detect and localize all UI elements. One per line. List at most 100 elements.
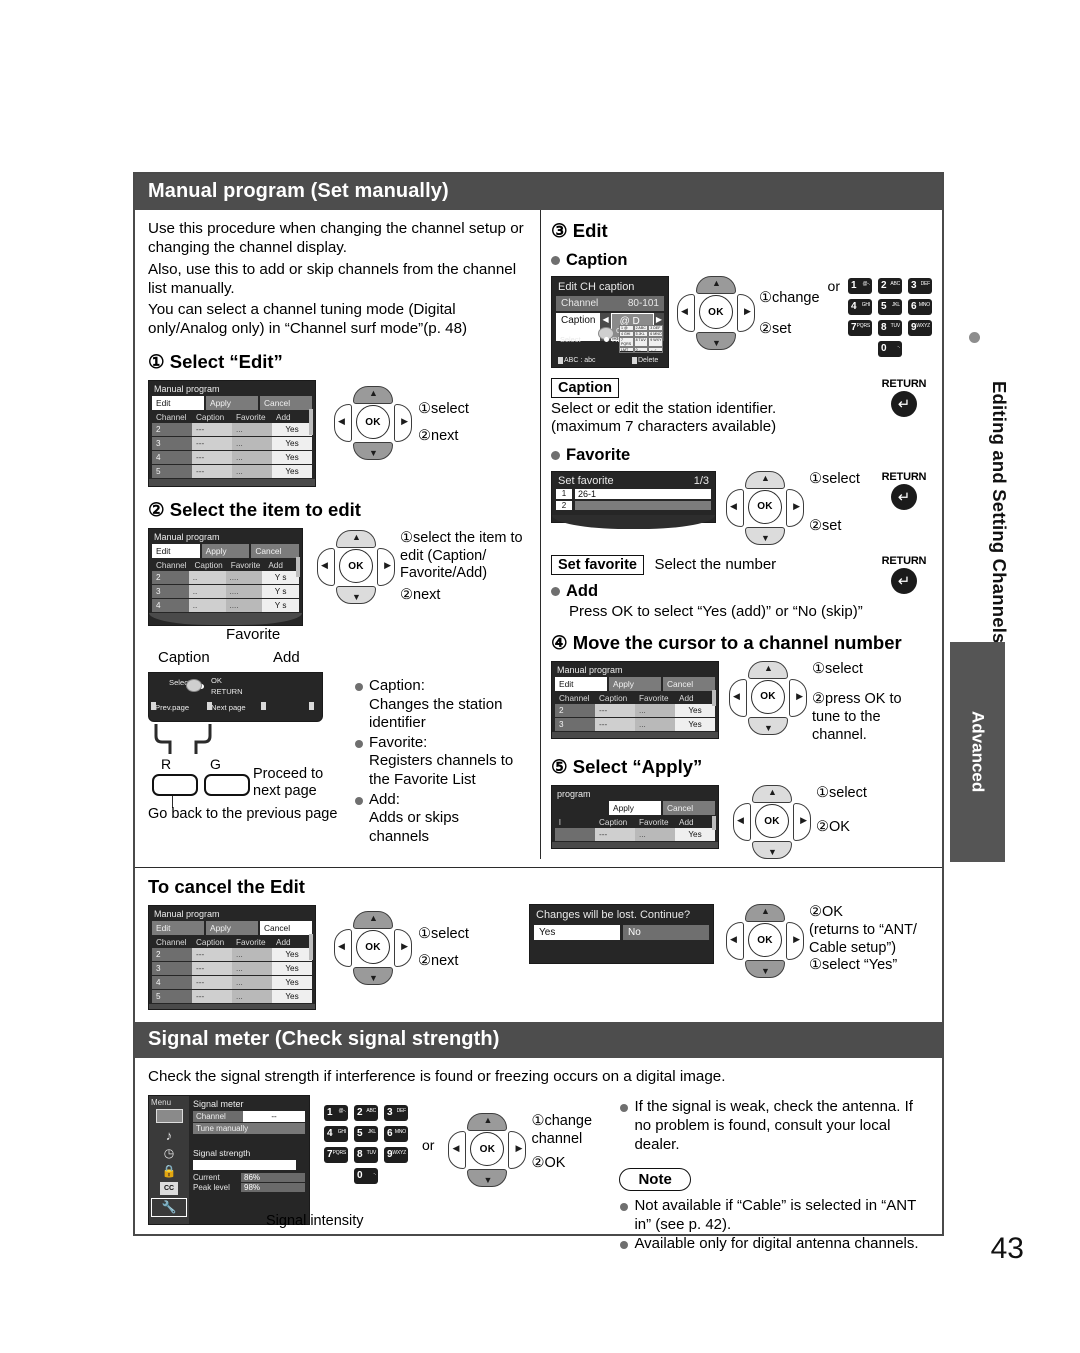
timer-icon[interactable]: ◷ <box>151 1146 187 1162</box>
tab-apply[interactable]: Apply <box>206 921 258 936</box>
key-6[interactable]: 6 MNO <box>908 299 932 315</box>
key-1[interactable]: 1 @-. <box>848 278 872 294</box>
table-row[interactable]: 3 .. .... Y s <box>149 585 302 599</box>
tab-cancel[interactable]: Cancel <box>251 544 300 559</box>
dpad-ok-button[interactable]: OK <box>751 679 785 714</box>
dialog-yes-button[interactable]: Yes <box>534 925 620 941</box>
return-button-1[interactable]: RETURN ↵ <box>876 378 932 437</box>
dpad-ok-button[interactable]: OK <box>470 1132 505 1167</box>
col-header-favorite: Favorite <box>236 413 266 423</box>
cell-add: Yes <box>272 423 312 437</box>
table-row[interactable]: 3 --- ... Yes <box>149 437 315 451</box>
dpad-ok-button[interactable]: OK <box>748 489 782 524</box>
dpad-ok-button[interactable]: OK <box>356 930 390 965</box>
tab-apply[interactable]: Apply <box>609 801 661 816</box>
key-4[interactable]: 4 GHI <box>324 1126 348 1143</box>
scrollbar[interactable] <box>296 557 300 578</box>
table-row[interactable]: 2 .. .... Y s <box>149 571 302 585</box>
scrollbar[interactable] <box>712 816 716 831</box>
cc-icon[interactable]: CC <box>160 1182 178 1196</box>
favorite-row-2[interactable]: 2 <box>556 500 711 510</box>
tab-apply[interactable]: Apply <box>201 544 250 559</box>
key-3[interactable]: 3 DEF <box>384 1105 408 1122</box>
tab-edit[interactable]: Edit <box>152 396 204 411</box>
step2-pointer-labels: Favorite Caption Add <box>148 626 328 672</box>
tab-cancel[interactable]: Cancel <box>663 801 715 816</box>
key-5[interactable]: 5 JKL <box>354 1126 378 1143</box>
key-0[interactable]: 0 -. <box>354 1168 378 1185</box>
table-row[interactable]: 3 --- ... Yes <box>149 962 315 976</box>
rail-tab-advanced[interactable]: Advanced <box>950 642 1005 862</box>
dpad-ok-button[interactable]: OK <box>748 923 782 958</box>
dialog-no-button[interactable]: No <box>623 925 709 941</box>
key-9[interactable]: 9 WXYZ <box>384 1147 408 1164</box>
table-row[interactable]: 5 --- ... Yes <box>149 465 315 479</box>
key-1[interactable]: 1 @-. <box>324 1105 348 1122</box>
tune-manually-row[interactable]: Tune manually <box>193 1123 305 1135</box>
key-3[interactable]: 3 DEF <box>908 278 932 294</box>
col-header-favorite: Favorite <box>236 938 266 948</box>
key-0[interactable]: 0 -. <box>878 341 902 357</box>
dpad-control[interactable]: OK ▲ ▼ ◀ ▶ <box>334 386 412 461</box>
peak-row: Peak level 98% <box>193 1183 305 1193</box>
dpad-control[interactable]: OK ▲ ▼ ◀ ▶ <box>448 1113 527 1188</box>
key-6[interactable]: 6 MNO <box>384 1126 408 1143</box>
picture-icon[interactable] <box>155 1109 183 1124</box>
dpad-ok-button[interactable]: OK <box>356 405 390 440</box>
table-row[interactable]: 2 --- ... Yes <box>149 423 315 437</box>
edit-ch-caption-screen: Edit CH caption Channel 80-101 Caption ◀… <box>551 276 669 368</box>
tab-apply[interactable]: Apply <box>609 676 661 691</box>
table-row[interactable]: 4 --- ... Yes <box>149 976 315 990</box>
green-button[interactable] <box>204 774 250 797</box>
key-2[interactable]: 2 ABC <box>354 1105 378 1122</box>
dpad-control[interactable]: OK ▲ ▼ ◀ ▶ <box>317 530 395 605</box>
table-row[interactable]: --- ... Yes <box>552 828 718 842</box>
return-button-2[interactable]: RETURN ↵ <box>876 471 932 510</box>
dpad-control[interactable]: OK ▲ ▼ ◀ ▶ <box>676 276 755 350</box>
key-5[interactable]: 5 JKL <box>878 299 902 315</box>
channel-row[interactable]: Channel -- <box>193 1111 305 1123</box>
tab-apply[interactable]: Apply <box>206 396 258 411</box>
table-row[interactable]: 2 --- ... Yes <box>149 948 315 962</box>
dpad-ok-button[interactable]: OK <box>698 295 733 329</box>
return-button-3[interactable]: RETURN ↵ <box>876 555 932 620</box>
favorite-row-1[interactable]: 1 26-1 <box>556 488 711 499</box>
setup-wrench-icon[interactable]: 🔧 <box>151 1198 187 1218</box>
tab-edit[interactable]: Edit <box>152 921 204 936</box>
tab-cancel[interactable]: Cancel <box>260 921 312 936</box>
red-button-note: Go back to the previous page <box>148 806 338 823</box>
dpad-control[interactable]: OK ▲ ▼ ◀ ▶ <box>726 470 804 545</box>
key-4[interactable]: 4 GHI <box>848 299 872 315</box>
scrollbar[interactable] <box>712 689 716 706</box>
screen-title: program <box>557 789 591 800</box>
table-row[interactable]: 5 --- ... Yes <box>149 990 315 1004</box>
red-button[interactable] <box>152 774 198 797</box>
dpad-control[interactable]: OK ▲ ▼ ◀ ▶ <box>729 660 807 735</box>
dpad-control[interactable]: OK ▲ ▼ ◀ ▶ <box>733 785 811 860</box>
tab-edit[interactable]: Edit <box>152 544 200 559</box>
dpad-control[interactable]: OK ▲ ▼ ◀ ▶ <box>726 904 804 979</box>
key-7[interactable]: 7 PQRS <box>324 1147 348 1164</box>
table-row[interactable]: 2 --- ... Yes <box>552 703 718 718</box>
dpad-ok-button[interactable]: OK <box>339 549 373 584</box>
lock-icon[interactable]: 🔒 <box>151 1164 187 1180</box>
key-7[interactable]: 7 PQRS <box>848 320 872 336</box>
table-row[interactable]: 3 --- ... Yes <box>552 717 718 732</box>
scrollbar[interactable] <box>309 409 313 436</box>
tab-cancel[interactable]: Cancel <box>260 396 312 411</box>
tab-edit[interactable]: Edit <box>555 676 607 691</box>
table-row[interactable]: 4 --- ... Yes <box>149 451 315 465</box>
table-row[interactable]: 4 .. .... Y s <box>149 599 302 613</box>
key-8[interactable]: 8 TUV <box>354 1147 378 1164</box>
arrow-right-icon: ▶ <box>796 690 803 701</box>
scrollbar[interactable] <box>309 934 313 961</box>
dpad-control[interactable]: OK ▲ ▼ ◀ ▶ <box>334 911 412 986</box>
audio-note-icon[interactable]: ♪ <box>151 1128 187 1144</box>
dpad-ok-button[interactable]: OK <box>755 804 789 839</box>
page-content-frame: Manual program (Set manually) Use this p… <box>133 172 944 1252</box>
key-9[interactable]: 9 WXYZ <box>908 320 932 336</box>
return-label: RETURN <box>881 554 927 567</box>
key-2[interactable]: 2 ABC <box>878 278 902 294</box>
key-8[interactable]: 8 TUV <box>878 320 902 336</box>
tab-cancel[interactable]: Cancel <box>663 676 715 691</box>
